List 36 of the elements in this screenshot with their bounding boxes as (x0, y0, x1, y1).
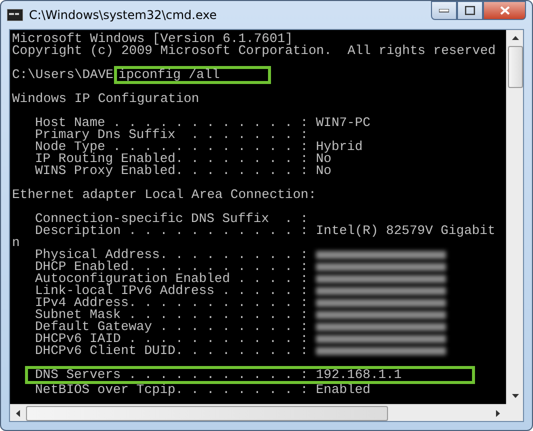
terminal-line: Windows IP Configuration (12, 93, 200, 105)
terminal-line: Default Gateway . . . . . . . . . : (34, 321, 308, 333)
terminal-line: Host Name . . . . . . . . . . . . : WIN7-PC (34, 117, 370, 129)
close-button[interactable] (483, 1, 526, 20)
minimize-icon (439, 8, 449, 12)
terminal-line: Node Type . . . . . . . . . . . . : Hybrid (34, 141, 363, 153)
terminal-line: Link-local IPv6 Address . . . . . : (34, 285, 308, 297)
horizontal-scrollbar[interactable] (10, 404, 506, 421)
window-title: C:\Windows\system32\cmd.exe (29, 8, 218, 22)
terminal-line: Physical Address. . . . . . . . . : (34, 249, 308, 261)
terminal-line: Microsoft Windows [Version 6.1.7601] (12, 33, 293, 45)
console-icon (7, 9, 23, 21)
terminal-line: DHCP Enabled. . . . . . . . . . . : (34, 261, 308, 273)
terminal-line: n (12, 237, 20, 249)
terminal-line: IPv4 Address. . . . . . . . . . . : (34, 297, 308, 309)
terminal-line: Autoconfiguration Enabled . . . . : (34, 273, 308, 285)
terminal-line: Connection-specific DNS Suffix . : (34, 213, 308, 225)
highlighted-command: ipconfig /all (114, 66, 271, 84)
close-icon (500, 6, 510, 15)
terminal-line: DHCPv6 Client DUID. . . . . . . . : (34, 345, 308, 357)
terminal-line: Copyright (c) 2009 Microsoft Corporation. All rights reserved (12, 45, 496, 57)
terminal-line: Subnet Mask . . . . . . . . . . . : (34, 309, 308, 321)
command-prompt: C:\Users\DAVE (12, 69, 114, 81)
terminal-line: WINS Proxy Enabled. . . . . . . . : No (34, 165, 332, 177)
terminal-line: Description . . . . . . . . . . . : Intel(R) 82579V Gigabit (34, 225, 496, 237)
vertical-scrollbar[interactable] (506, 30, 523, 404)
terminal-line: NetBIOS over Tcpip. . . . . . . . : Enabled (34, 384, 370, 396)
terminal-line: DHCPv6 IAID . . . . . . . . . . . : (34, 333, 308, 345)
terminal-line: Primary Dns Suffix . . . . . . . : (34, 129, 308, 141)
scroll-thumb[interactable] (26, 406, 388, 420)
scroll-thumb[interactable] (508, 46, 522, 88)
maximize-button[interactable] (457, 1, 483, 20)
terminal-line: IP Routing Enabled. . . . . . . . : No (34, 153, 332, 165)
terminal-line: Ethernet adapter Local Area Connection: (12, 189, 316, 201)
maximize-icon (465, 6, 475, 15)
minimize-button[interactable] (431, 1, 457, 20)
